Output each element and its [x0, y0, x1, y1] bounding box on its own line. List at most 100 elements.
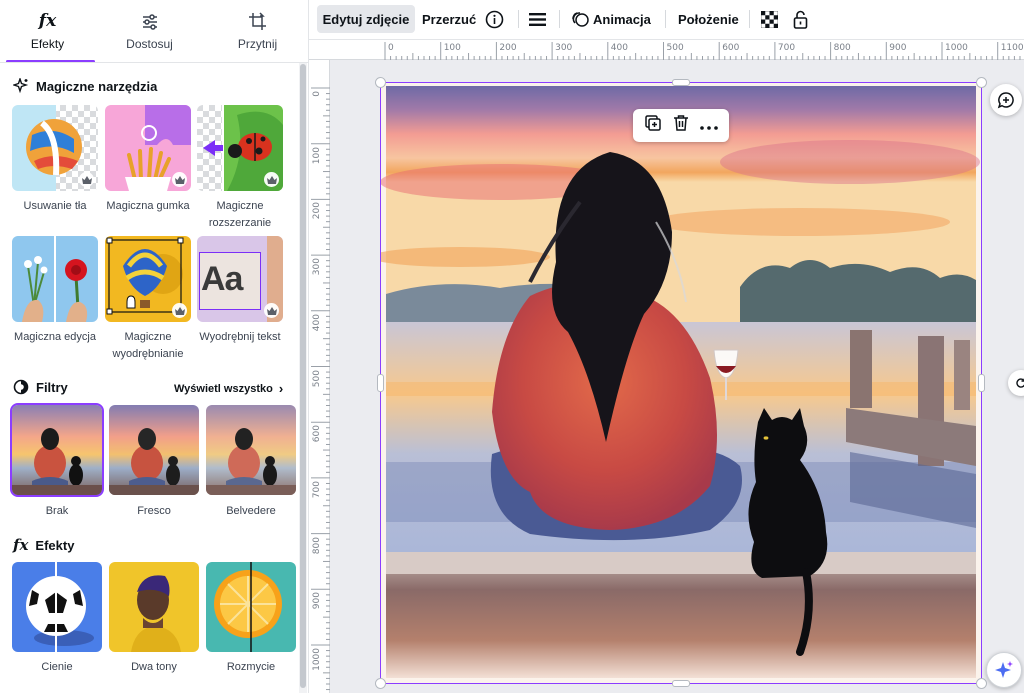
ruler-label: 600 — [312, 425, 322, 443]
info-icon — [485, 10, 504, 28]
tab-effects-label: Efekty — [30, 37, 65, 51]
effect-shadows-tile[interactable] — [12, 562, 102, 652]
filters-icon — [13, 379, 29, 395]
crop-icon — [249, 12, 266, 30]
resize-handle-sw[interactable] — [375, 678, 386, 689]
resize-handle-w[interactable] — [377, 374, 384, 392]
resize-handle-e[interactable] — [978, 374, 985, 392]
tab-adjust[interactable]: Dostosuj — [102, 0, 197, 62]
filter-fresco-tile[interactable] — [109, 405, 199, 495]
edit-photo-button[interactable]: Edytuj zdjęcie — [317, 5, 415, 33]
orange-thumbnail — [206, 562, 296, 652]
resize-handle-se[interactable] — [976, 678, 987, 689]
view-all-label: Wyświetl wszystko — [174, 382, 273, 395]
ruler-label: 1000 — [945, 43, 968, 53]
ruler-label: 800 — [833, 43, 851, 53]
magic-edit-tile[interactable] — [12, 236, 98, 322]
flip-label: Przerzuć — [422, 11, 477, 27]
portrait-thumbnail — [109, 562, 199, 652]
toolbar-divider — [749, 10, 750, 28]
flowers-thumbnail — [12, 236, 98, 322]
duplicate-button[interactable] — [644, 114, 662, 137]
filter-preview-thumbnail — [206, 405, 296, 495]
magic-assistant-button[interactable] — [986, 652, 1022, 688]
position-label: Położenie — [678, 11, 739, 27]
grab-text-tile[interactable]: Aa — [197, 236, 283, 322]
tab-crop[interactable]: Przytnij — [210, 0, 305, 62]
effects-title: Efekty — [35, 537, 75, 553]
magic-expand-tile[interactable] — [197, 105, 283, 191]
rotate-icon — [1016, 378, 1024, 388]
more-dots-icon — [699, 125, 718, 130]
tool-label: Magiczne rozszerzanie — [208, 200, 272, 229]
trash-icon — [673, 115, 688, 131]
tool-label: Wyodrębnij tekst — [199, 331, 281, 343]
tool-label: Magiczna edycja — [14, 331, 96, 343]
ruler-label: 200 — [499, 43, 517, 53]
filter-label: Fresco — [137, 505, 171, 517]
effect-blur-tile[interactable] — [206, 562, 296, 652]
lock-icon — [793, 10, 808, 29]
sliders-icon — [142, 14, 157, 30]
crown-icon — [264, 303, 279, 318]
crown-icon — [264, 172, 279, 187]
effect-label: Dwa tony — [131, 661, 177, 673]
effect-label: Rozmycie — [226, 661, 276, 673]
vertical-ruler: 0 100 200 300 400 500 600 700 800 900 1000 — [309, 60, 330, 693]
tab-effects[interactable]: fx Efekty — [0, 0, 95, 62]
more-options-button[interactable] — [699, 117, 718, 135]
effect-label: Cienie — [41, 661, 73, 673]
position-button[interactable]: Położenie — [678, 5, 739, 33]
filter-belvedere-tile[interactable] — [206, 405, 296, 495]
ruler-label: 100 — [443, 43, 461, 53]
resize-handle-n[interactable] — [672, 79, 690, 86]
lock-button[interactable] — [793, 5, 808, 33]
comment-plus-icon — [997, 92, 1014, 109]
resize-handle-ne[interactable] — [976, 77, 987, 88]
filter-preview-thumbnail — [109, 405, 199, 495]
filter-none-tile[interactable] — [10, 403, 104, 497]
ruler-label: 300 — [312, 258, 322, 276]
ruler-label: 900 — [312, 592, 322, 610]
ruler-label: 900 — [889, 43, 907, 53]
transparency-lines-button[interactable] — [529, 5, 546, 33]
info-button[interactable] — [485, 5, 504, 33]
delete-button[interactable] — [673, 114, 689, 137]
grab-text-thumb-text: Aa — [201, 260, 243, 298]
filter-preview-thumbnail — [12, 405, 102, 495]
ruler-label: 800 — [312, 536, 322, 554]
toolbar-divider — [559, 10, 560, 28]
ruler-label: 500 — [312, 369, 322, 387]
bg-remover-tile[interactable] — [12, 105, 98, 191]
toolbar-divider — [665, 10, 666, 28]
sparkle-icon — [13, 78, 29, 94]
tool-label: Usuwanie tła — [23, 200, 87, 212]
magic-grab-tile[interactable] — [105, 236, 191, 322]
view-all-filters-link[interactable]: Wyświetl wszystko › — [174, 381, 283, 396]
resize-handle-nw[interactable] — [375, 77, 386, 88]
effect-duotone-tile[interactable] — [109, 562, 199, 652]
ruler-label: 300 — [555, 43, 573, 53]
lines-icon — [529, 12, 546, 26]
tool-label: Magiczne wyodrębnianie — [112, 331, 184, 360]
transparency-button[interactable] — [761, 5, 778, 33]
magic-tools-title: Magiczne narzędzia — [36, 78, 158, 94]
flip-button[interactable]: Przerzuć — [422, 5, 476, 33]
add-comment-button[interactable] — [990, 84, 1022, 116]
ruler-label: 500 — [666, 43, 684, 53]
resize-handle-s[interactable] — [672, 680, 690, 687]
panel-scrollbar-thumb[interactable] — [300, 64, 306, 688]
magic-eraser-tile[interactable] — [105, 105, 191, 191]
filter-label: Belvedere — [226, 505, 276, 517]
horizontal-ruler: 0 100 200 300 400 500 600 700 800 900 1000 1100 — [309, 40, 1024, 60]
fx-icon: fx — [38, 11, 57, 31]
ruler-label: 200 — [312, 202, 322, 220]
effects-heading: fx Efekty — [13, 536, 74, 554]
crown-icon — [172, 303, 187, 318]
animation-icon — [572, 12, 589, 27]
ruler-label: 400 — [312, 313, 322, 331]
crown-icon — [79, 172, 94, 187]
animation-button[interactable]: Animacja — [571, 5, 651, 33]
fx-icon: fx — [13, 536, 29, 554]
soccer-ball-thumbnail — [12, 562, 102, 652]
